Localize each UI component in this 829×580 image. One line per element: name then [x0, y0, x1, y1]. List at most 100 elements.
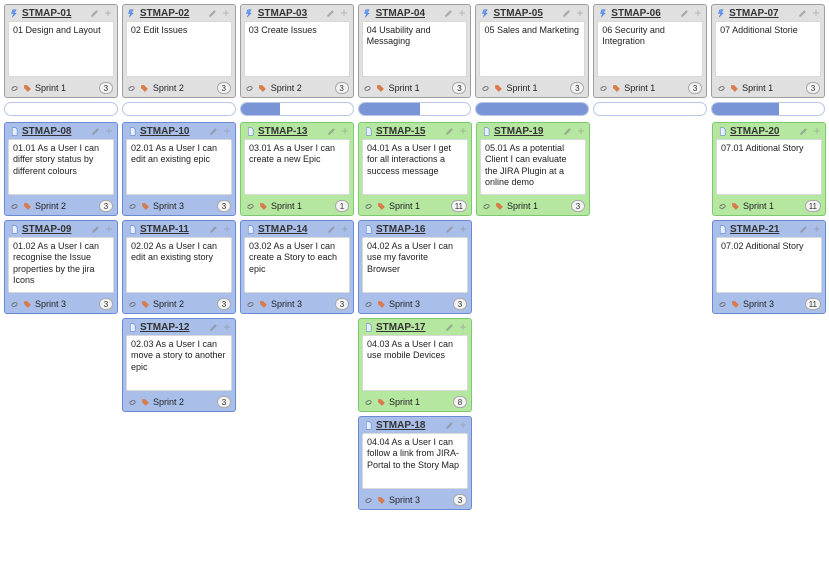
add-icon[interactable]: [456, 8, 467, 19]
edit-icon[interactable]: [444, 322, 455, 333]
edit-icon[interactable]: [797, 8, 808, 19]
add-icon[interactable]: [103, 224, 114, 235]
issue-key-link[interactable]: STMAP-06: [611, 8, 677, 19]
epic-card[interactable]: STMAP-0505 Sales and MarketingSprint 13: [475, 4, 589, 98]
edit-icon[interactable]: [798, 126, 809, 137]
issue-key-link[interactable]: STMAP-20: [730, 126, 796, 137]
epic-card[interactable]: STMAP-0101 Design and LayoutSprint 13: [4, 4, 118, 98]
edit-icon[interactable]: [208, 8, 219, 19]
issue-key-link[interactable]: STMAP-18: [376, 420, 442, 431]
edit-icon[interactable]: [90, 224, 101, 235]
story-card[interactable]: STMAP-1303.01 As a User I can create a n…: [240, 122, 354, 216]
add-icon[interactable]: [457, 322, 468, 333]
edit-icon[interactable]: [444, 126, 455, 137]
add-icon[interactable]: [457, 420, 468, 431]
edit-icon[interactable]: [443, 8, 454, 19]
issue-key-link[interactable]: STMAP-11: [140, 224, 206, 235]
count-badge: 3: [217, 396, 231, 408]
epic-card[interactable]: STMAP-0707 Additional StorieSprint 13: [711, 4, 825, 98]
count-badge: 11: [451, 200, 467, 212]
issue-key-link[interactable]: STMAP-13: [258, 126, 324, 137]
story-cell: STMAP-1804.04 As a User I can follow a l…: [358, 416, 472, 510]
add-icon[interactable]: [692, 8, 703, 19]
issue-key-link[interactable]: STMAP-01: [22, 8, 88, 19]
story-card[interactable]: STMAP-1604.02 As a User I can use my fav…: [358, 220, 472, 314]
add-icon[interactable]: [810, 8, 821, 19]
epic-card[interactable]: STMAP-0303 Create IssuesSprint 23: [240, 4, 354, 98]
add-icon[interactable]: [221, 224, 232, 235]
sprint-label: Sprint 2: [35, 201, 96, 211]
story-card[interactable]: STMAP-0801.01 As a User I can differ sto…: [4, 122, 118, 216]
sprint-label: Sprint 1: [742, 83, 803, 93]
edit-icon[interactable]: [90, 8, 101, 19]
story-card[interactable]: STMAP-2007.01 Aditional StorySprint 111: [712, 122, 826, 216]
add-icon[interactable]: [221, 126, 232, 137]
story-type-icon: [8, 125, 20, 137]
edit-icon[interactable]: [326, 8, 337, 19]
issue-key-link[interactable]: STMAP-15: [376, 126, 442, 137]
card-summary: 05 Sales and Marketing: [479, 21, 585, 77]
edit-icon[interactable]: [444, 420, 455, 431]
add-icon[interactable]: [103, 126, 114, 137]
issue-key-link[interactable]: STMAP-03: [258, 8, 324, 19]
add-icon[interactable]: [221, 322, 232, 333]
edit-icon[interactable]: [679, 8, 690, 19]
edit-icon[interactable]: [326, 126, 337, 137]
edit-icon[interactable]: [444, 224, 455, 235]
epic-card[interactable]: STMAP-0202 Edit IssuesSprint 23: [122, 4, 236, 98]
epic-card[interactable]: STMAP-0404 Usability and MessagingSprint…: [358, 4, 472, 98]
edit-icon[interactable]: [561, 8, 572, 19]
add-icon[interactable]: [457, 224, 468, 235]
issue-key-link[interactable]: STMAP-07: [729, 8, 795, 19]
add-icon[interactable]: [221, 8, 232, 19]
add-icon[interactable]: [339, 126, 350, 137]
edit-icon[interactable]: [562, 126, 573, 137]
edit-icon[interactable]: [208, 322, 219, 333]
story-card[interactable]: STMAP-1905.01 As a potential Client I ca…: [476, 122, 590, 216]
story-card[interactable]: STMAP-1102.02 As a User I can edit an ex…: [122, 220, 236, 314]
story-card[interactable]: STMAP-1804.04 As a User I can follow a l…: [358, 416, 472, 510]
edit-icon[interactable]: [798, 224, 809, 235]
story-card[interactable]: STMAP-09 01.02 As a User I can recognise …: [4, 220, 118, 314]
story-card[interactable]: STMAP-2107.02 Aditional StorySprint 311: [712, 220, 826, 314]
add-icon[interactable]: [811, 126, 822, 137]
edit-icon[interactable]: [90, 126, 101, 137]
add-icon[interactable]: [339, 224, 350, 235]
issue-key-link[interactable]: STMAP-02: [140, 8, 206, 19]
card-header: STMAP-04: [359, 5, 471, 21]
issue-key-link[interactable]: STMAP-09: [22, 224, 88, 235]
epic-card[interactable]: STMAP-0606 Security and IntegrationSprin…: [593, 4, 707, 98]
progress-bar: [475, 102, 589, 116]
issue-key-link[interactable]: STMAP-08: [22, 126, 88, 137]
story-card[interactable]: STMAP-1202.03 As a User I can move a sto…: [122, 318, 236, 412]
add-icon[interactable]: [103, 8, 114, 19]
card-footer: Sprint 33: [359, 296, 471, 313]
issue-key-link[interactable]: STMAP-21: [730, 224, 796, 235]
story-card[interactable]: STMAP-1504.01 As a User I get for all in…: [358, 122, 472, 216]
link-icon: [245, 83, 255, 93]
issue-key-link[interactable]: STMAP-12: [140, 322, 206, 333]
card-summary: 01.02 As a User I can recognise the Issu…: [8, 237, 114, 293]
edit-icon[interactable]: [208, 224, 219, 235]
story-card[interactable]: STMAP-1403.02 As a User I can create a S…: [240, 220, 354, 314]
story-card[interactable]: STMAP-1704.03 As a User I can use mobile…: [358, 318, 472, 412]
issue-key-link[interactable]: STMAP-16: [376, 224, 442, 235]
edit-icon[interactable]: [208, 126, 219, 137]
issue-key-link[interactable]: STMAP-04: [376, 8, 442, 19]
issue-key-link[interactable]: STMAP-10: [140, 126, 206, 137]
issue-key-link[interactable]: STMAP-19: [494, 126, 560, 137]
add-icon[interactable]: [575, 126, 586, 137]
link-icon: [9, 299, 19, 309]
add-icon[interactable]: [811, 224, 822, 235]
issue-key-link[interactable]: STMAP-05: [493, 8, 559, 19]
issue-key-link[interactable]: STMAP-17: [376, 322, 442, 333]
add-icon[interactable]: [339, 8, 350, 19]
link-icon: [9, 201, 19, 211]
edit-icon[interactable]: [326, 224, 337, 235]
add-icon[interactable]: [457, 126, 468, 137]
progress-bar: [122, 102, 236, 116]
story-card[interactable]: STMAP-1002.01 As a User I can edit an ex…: [122, 122, 236, 216]
sprint-label: Sprint 1: [506, 83, 567, 93]
add-icon[interactable]: [574, 8, 585, 19]
issue-key-link[interactable]: STMAP-14: [258, 224, 324, 235]
